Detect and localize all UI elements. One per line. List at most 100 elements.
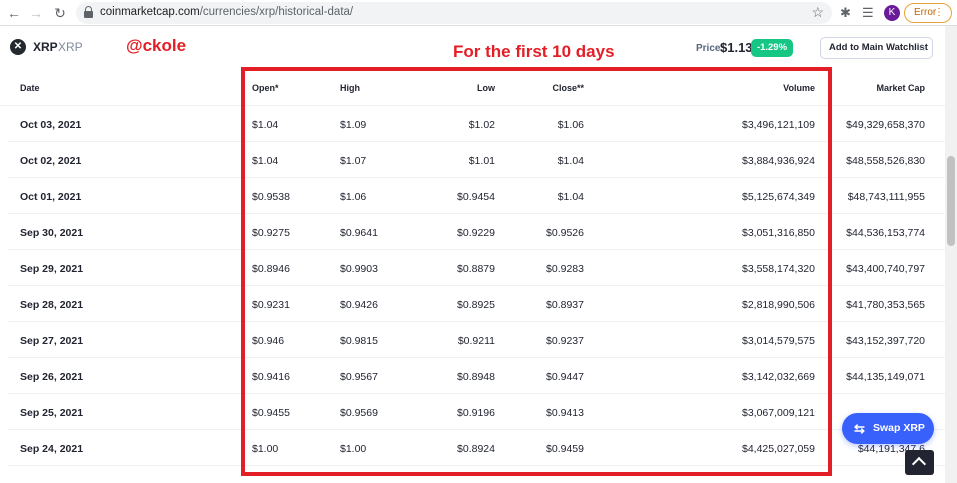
cell-volume: $3,014,579,575 [742, 335, 815, 347]
table-row: Sep 24, 2021 $1.00 $1.00 $0.8924 $0.9459 $4,4… [8, 430, 945, 466]
cell-volume: $2,818,990,506 [742, 299, 815, 311]
media-icon[interactable]: ☰ [862, 5, 874, 21]
cell-close: $0.9283 [546, 263, 584, 275]
cell-volume: $3,067,009,121 [742, 407, 815, 419]
cell-market-cap: $43,400,740,797 [846, 263, 925, 275]
cell-low: $1.02 [468, 119, 495, 131]
cell-date: Sep 27, 2021 [20, 335, 84, 347]
bookmark-star-icon[interactable]: ☆ [811, 4, 824, 21]
cell-open: $0.946 [252, 335, 285, 347]
url-text: coinmarketcap.com/currencies/xrp/histori… [100, 6, 353, 18]
cell-open: $1.04 [252, 155, 279, 167]
column-header-low[interactable]: Low [477, 83, 495, 93]
error-label: Error [914, 7, 937, 18]
cell-close: $1.06 [557, 119, 584, 131]
cell-market-cap: $44,135,149,071 [846, 371, 925, 383]
cell-volume: $5,125,674,349 [742, 191, 815, 203]
swap-arrows-icon: ⇆ [854, 421, 865, 436]
cell-high: $0.9641 [340, 227, 378, 239]
extensions-icon[interactable]: ✱ [840, 5, 851, 21]
cell-close: $0.9459 [546, 443, 584, 455]
cell-volume: $3,884,936,924 [742, 155, 815, 167]
cell-high: $0.9567 [340, 371, 378, 383]
cell-volume: $4,425,027,059 [742, 443, 815, 455]
table-row: Sep 26, 2021 $0.9416 $0.9567 $0.8948 $0.9447… [8, 358, 945, 394]
scrollbar[interactable] [945, 26, 957, 483]
back-icon[interactable]: ← [4, 3, 24, 23]
url-path: /currencies/xrp/historical-data/ [199, 6, 354, 18]
browser-toolbar: ← → ↻ coinmarketcap.com/currencies/xrp/h… [0, 0, 957, 26]
cell-market-cap: $44,536,153,774 [846, 227, 925, 239]
table-row: Sep 29, 2021 $0.8946 $0.9903 $0.8879 $0.9283… [8, 250, 945, 286]
cell-date: Sep 29, 2021 [20, 263, 84, 275]
cell-close: $0.9413 [546, 407, 584, 419]
cell-high: $0.9815 [340, 335, 378, 347]
scrollbar-thumb[interactable] [947, 156, 955, 246]
cell-date: Oct 03, 2021 [20, 119, 82, 131]
column-header-close[interactable]: Close** [552, 83, 584, 93]
more-icon: ⋮ [934, 7, 944, 18]
coin-header: ✕ XRP XRP @ckole For the first 10 days P… [0, 26, 957, 72]
url-host: coinmarketcap.com [100, 6, 200, 18]
table-header: Date Open* High Low Close** Volume Marke… [0, 72, 945, 106]
table-row: Sep 28, 2021 $0.9231 $0.9426 $0.8925 $0.8937… [8, 286, 945, 322]
add-to-watchlist-button[interactable]: Add to Main Watchlist ☆ [820, 37, 933, 59]
cell-volume: $3,142,032,669 [742, 371, 815, 383]
cell-high: $1.00 [340, 443, 367, 455]
address-bar[interactable]: coinmarketcap.com/currencies/xrp/histori… [76, 2, 832, 24]
profile-avatar[interactable]: K [884, 5, 900, 21]
cell-low: $0.9454 [457, 191, 495, 203]
column-header-volume[interactable]: Volume [783, 83, 815, 93]
error-button[interactable]: Error ⋮ [904, 3, 952, 23]
table-row: Oct 02, 2021 $1.04 $1.07 $1.01 $1.04 $3,884,9… [8, 142, 945, 178]
cell-open: $0.9275 [252, 227, 290, 239]
cell-low: $0.9196 [457, 407, 495, 419]
cell-market-cap: $49,329,658,370 [846, 119, 925, 131]
xrp-logo-icon: ✕ [10, 39, 26, 55]
cell-low: $0.9229 [457, 227, 495, 239]
cell-high: $1.06 [340, 191, 367, 203]
cell-low: $0.8924 [457, 443, 495, 455]
cell-market-cap: $43,152,397,720 [846, 335, 925, 347]
cell-open: $0.9416 [252, 371, 290, 383]
watermark-text: @ckole [126, 36, 187, 55]
cell-date: Oct 02, 2021 [20, 155, 82, 167]
cell-close: $0.9447 [546, 371, 584, 383]
column-header-high[interactable]: High [340, 83, 360, 93]
star-icon: ☆ [917, 42, 927, 54]
column-header-date[interactable]: Date [20, 83, 40, 93]
column-header-open[interactable]: Open* [252, 83, 279, 93]
cell-market-cap: $41,780,353,565 [846, 299, 925, 311]
cell-open: $0.9231 [252, 299, 290, 311]
table-row: Sep 27, 2021 $0.946 $0.9815 $0.9211 $0.9237 $… [8, 322, 945, 358]
coin-name: XRP [33, 40, 58, 54]
cell-market-cap: $48,558,526,830 [846, 155, 925, 167]
swap-label: Swap XRP [873, 422, 925, 434]
table-row: Sep 25, 2021 $0.9455 $0.9569 $0.9196 $0.9413… [8, 394, 945, 430]
cell-date: Oct 01, 2021 [20, 191, 82, 203]
cell-close: $0.8937 [546, 299, 584, 311]
column-header-market-cap[interactable]: Market Cap [876, 83, 925, 93]
cell-volume: $3,051,316,850 [742, 227, 815, 239]
cell-date: Sep 26, 2021 [20, 371, 84, 383]
cell-close: $1.04 [557, 191, 584, 203]
lock-icon [84, 6, 93, 19]
scroll-to-top-button[interactable] [905, 450, 934, 475]
coin-symbol: XRP [58, 40, 83, 54]
price-change-badge: -1.29% [751, 39, 793, 57]
annotation-text: For the first 10 days [453, 42, 615, 61]
cell-open: $0.9538 [252, 191, 290, 203]
forward-icon[interactable]: → [26, 3, 46, 23]
cell-date: Sep 28, 2021 [20, 299, 84, 311]
cell-high: $0.9569 [340, 407, 378, 419]
cell-market-cap: $48,743,111,955 [847, 191, 925, 203]
watchlist-label: Add to Main Watchlist [829, 42, 928, 53]
table-row: Oct 03, 2021 $1.04 $1.09 $1.02 $1.06 $3,496,1… [8, 106, 945, 142]
reload-icon[interactable]: ↻ [50, 3, 70, 23]
cell-open: $1.04 [252, 119, 279, 131]
cell-high: $0.9903 [340, 263, 378, 275]
cell-low: $0.9211 [457, 335, 495, 347]
swap-xrp-button[interactable]: ⇆ Swap XRP [842, 413, 934, 444]
table-row: Sep 30, 2021 $0.9275 $0.9641 $0.9229 $0.9526… [8, 214, 945, 250]
cell-high: $0.9426 [340, 299, 378, 311]
